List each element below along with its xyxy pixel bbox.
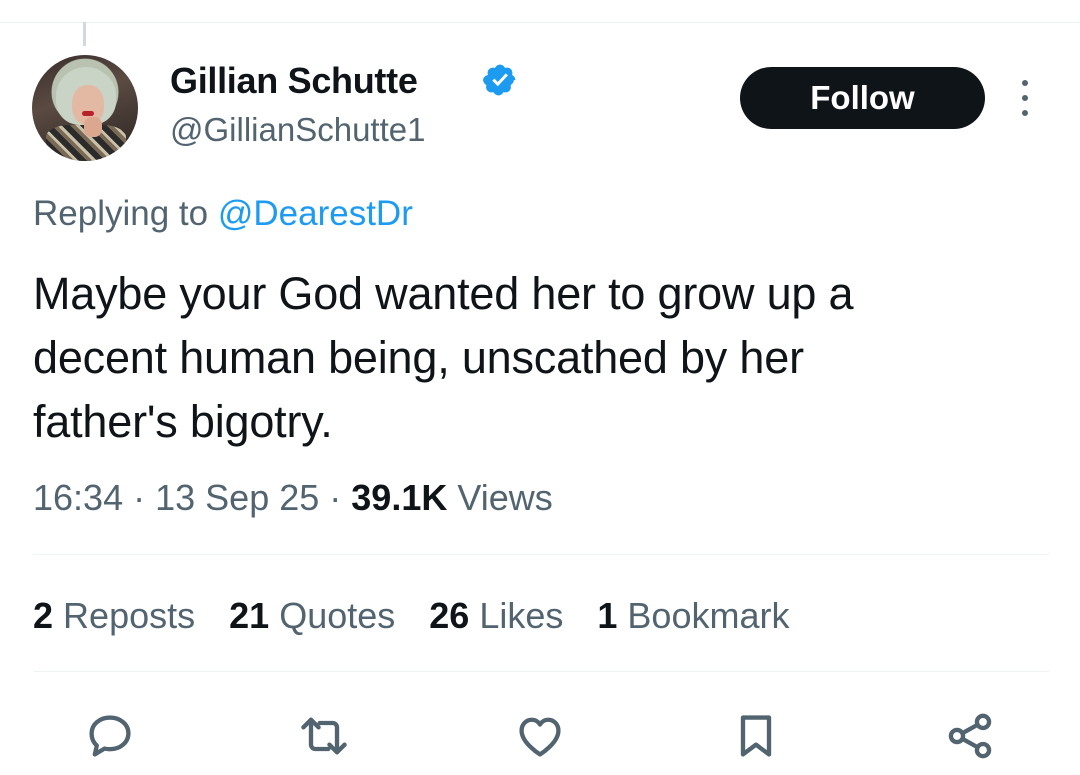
- author-handle[interactable]: @GillianSchutte1: [170, 110, 425, 150]
- follow-button[interactable]: Follow: [740, 67, 985, 129]
- repost-icon: [301, 717, 347, 755]
- tweet-metadata: 16:34 · 13 Sep 25 · 39.1K Views: [33, 474, 553, 522]
- likes-label: Likes: [479, 595, 564, 636]
- meta-separator: ·: [329, 477, 352, 518]
- reply-button[interactable]: [82, 708, 138, 764]
- divider: [33, 554, 1049, 555]
- like-button[interactable]: [512, 708, 568, 764]
- tweet-time[interactable]: 16:34: [33, 477, 123, 518]
- avatar[interactable]: [32, 55, 138, 161]
- more-options-icon[interactable]: [1012, 80, 1038, 116]
- engagement-stats: 2 Reposts 21 Quotes 26 Likes 1 Bookmark: [33, 592, 823, 640]
- top-divider: [0, 22, 1080, 23]
- thread-connector-line: [83, 22, 86, 46]
- bookmarks-label: Bookmark: [627, 595, 790, 636]
- repost-button[interactable]: [296, 708, 352, 764]
- tweet-date[interactable]: 13 Sep 25: [155, 477, 319, 518]
- bookmark-icon: [740, 715, 772, 757]
- views-count: 39.1K: [351, 477, 448, 518]
- share-icon: [948, 713, 992, 759]
- bookmarks-stat[interactable]: 1 Bookmark: [597, 592, 789, 640]
- tweet-text-line: decent human being, unscathed by her: [33, 332, 804, 383]
- reply-mention-link[interactable]: @DearestDr: [218, 194, 413, 233]
- reposts-count: 2: [33, 595, 54, 636]
- reposts-stat[interactable]: 2 Reposts: [33, 592, 195, 640]
- divider: [33, 671, 1049, 672]
- bookmarks-count: 1: [597, 595, 618, 636]
- reply-context-prefix: Replying to: [33, 194, 209, 233]
- like-icon: [519, 717, 561, 757]
- tweet-text: Maybe your God wanted her to grow up a d…: [33, 262, 1033, 454]
- reply-context: Replying to @DearestDr: [33, 192, 413, 236]
- verified-badge-icon: [483, 64, 516, 96]
- tweet-text-line: father's bigotry.: [33, 396, 333, 447]
- bookmark-button[interactable]: [728, 708, 784, 764]
- likes-stat[interactable]: 26 Likes: [429, 592, 563, 640]
- quotes-label: Quotes: [279, 595, 396, 636]
- views-label: Views: [457, 477, 553, 518]
- meta-separator: ·: [133, 477, 156, 518]
- tweet-text-line: Maybe your God wanted her to grow up a: [33, 268, 854, 319]
- quotes-count: 21: [229, 595, 270, 636]
- quotes-stat[interactable]: 21 Quotes: [229, 592, 395, 640]
- reply-icon: [89, 715, 131, 757]
- author-display-name[interactable]: Gillian Schutte: [170, 60, 418, 102]
- share-button[interactable]: [942, 708, 998, 764]
- likes-count: 26: [429, 595, 470, 636]
- reposts-label: Reposts: [63, 595, 196, 636]
